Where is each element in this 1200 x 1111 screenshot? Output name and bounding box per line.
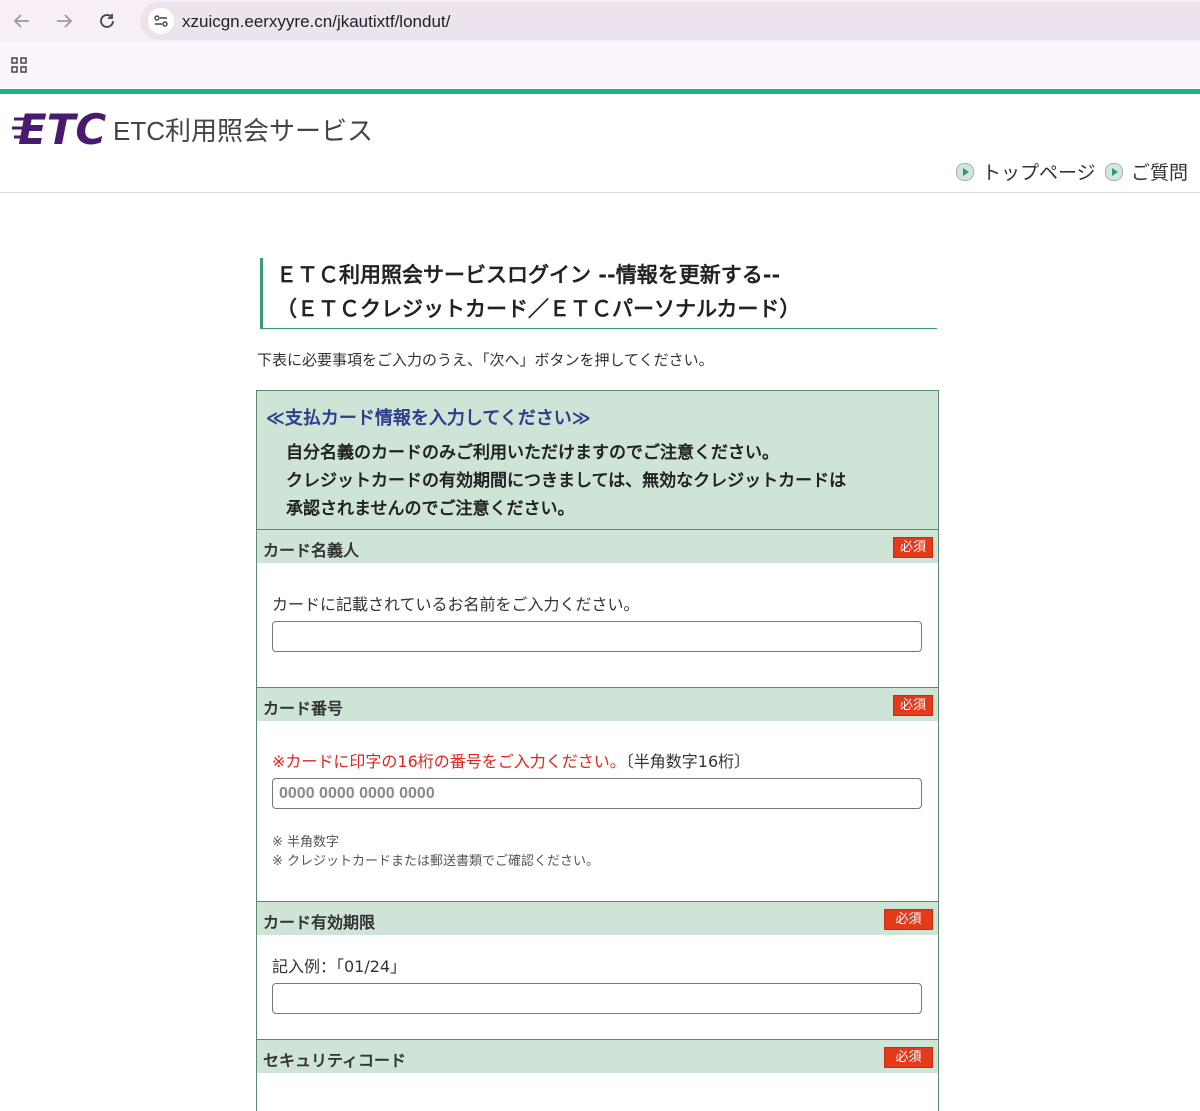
notice-line: 自分名義のカードのみご利用いただけますのでご注意ください。 xyxy=(286,443,779,463)
header-divider xyxy=(0,192,1200,193)
bookmarks-bar xyxy=(0,42,1200,88)
back-button[interactable] xyxy=(9,8,35,34)
url-text[interactable]: xzuicgn.eerxyyre.cn/jkautixtf/londut/ xyxy=(182,12,450,32)
logo-text: ETC xyxy=(18,106,106,148)
nav-link-faq[interactable]: ご質問 xyxy=(1105,158,1188,185)
section-label: カード名義人 xyxy=(263,541,360,560)
intro-text: 下表に必要事項をご入力のうえ、「次へ」ボタンを押してください。 xyxy=(257,351,714,369)
notice-line: 承認されませんのでご注意ください。 xyxy=(286,499,575,519)
section-header-card-holder: カード名義人 必須 xyxy=(257,530,938,563)
card-number-description: ※カードに印字の16桁の番号をご入力ください。〔半角数字16桁〕 xyxy=(272,748,750,772)
card-holder-description: カードに記載されているお名前をご入力ください。 xyxy=(272,595,640,614)
required-badge: 必須 xyxy=(884,1047,933,1068)
section-header-card-number: カード番号 必須 xyxy=(257,688,938,721)
notice-title: ≪支払カード情報を入力してください≫ xyxy=(266,408,591,429)
site-settings-icon[interactable] xyxy=(148,8,174,34)
reload-button[interactable] xyxy=(94,8,120,34)
address-bar[interactable]: xzuicgn.eerxyyre.cn/jkautixtf/londut/ xyxy=(140,2,1200,40)
apps-grid-icon[interactable] xyxy=(11,57,27,73)
forward-button[interactable] xyxy=(51,8,77,34)
notice-box: ≪支払カード情報を入力してください≫ 自分名義のカードのみご利用いただけますので… xyxy=(257,391,938,530)
arrow-bullet-icon xyxy=(956,162,974,181)
nav-link-label: ご質問 xyxy=(1131,162,1189,184)
section-label: カード番号 xyxy=(263,699,344,718)
card-number-note: ※ 半角数字 xyxy=(272,835,340,850)
card-number-format: 〔半角数字16桁〕 xyxy=(625,752,751,771)
expiry-input[interactable] xyxy=(272,983,922,1014)
etc-logo[interactable]: ETC xyxy=(12,106,110,148)
site-title: ETC利用照会サービス xyxy=(113,116,374,146)
required-badge: 必須 xyxy=(892,537,933,558)
card-number-input[interactable] xyxy=(272,778,922,809)
card-number-instruction: ※カードに印字の16桁の番号をご入力ください。 xyxy=(272,752,626,771)
header-accent-line xyxy=(0,89,1200,94)
required-badge: 必須 xyxy=(892,695,933,716)
card-form: ≪支払カード情報を入力してください≫ 自分名義のカードのみご利用いただけますので… xyxy=(256,390,939,1111)
arrow-right-icon xyxy=(57,14,73,28)
nav-link-label: トップページ xyxy=(982,162,1096,184)
reload-icon xyxy=(100,14,114,28)
section-label: カード有効期限 xyxy=(263,913,376,932)
nav-link-top-page[interactable]: トップページ xyxy=(956,158,1096,185)
browser-toolbar: xzuicgn.eerxyyre.cn/jkautixtf/londut/ xyxy=(0,0,1200,42)
page-title-line1: ＥＴＣ利用照会サービスログイン --情報を更新する-- xyxy=(276,263,781,287)
section-header-expiry: カード有効期限 必須 xyxy=(257,902,938,935)
section-label: セキュリティコード xyxy=(263,1051,407,1070)
page-title-line2: （ＥＴＣクレジットカード／ＥＴＣパーソナルカード） xyxy=(276,297,801,321)
arrow-bullet-icon xyxy=(1105,162,1123,181)
card-holder-input[interactable] xyxy=(272,621,922,652)
notice-line: クレジットカードの有効期間につきましては、無効なクレジットカードは xyxy=(286,471,847,491)
expiry-example: 記入例：｢01/24｣ xyxy=(272,957,399,976)
arrow-left-icon xyxy=(13,14,29,28)
section-header-security-code: セキュリティコード 必須 xyxy=(257,1040,938,1073)
card-number-note: ※ クレジットカードまたは郵送書類でご確認ください。 xyxy=(272,854,600,869)
page-heading: ＥＴＣ利用照会サービスログイン --情報を更新する-- （ＥＴＣクレジットカード… xyxy=(260,258,937,329)
required-badge: 必須 xyxy=(884,909,933,930)
